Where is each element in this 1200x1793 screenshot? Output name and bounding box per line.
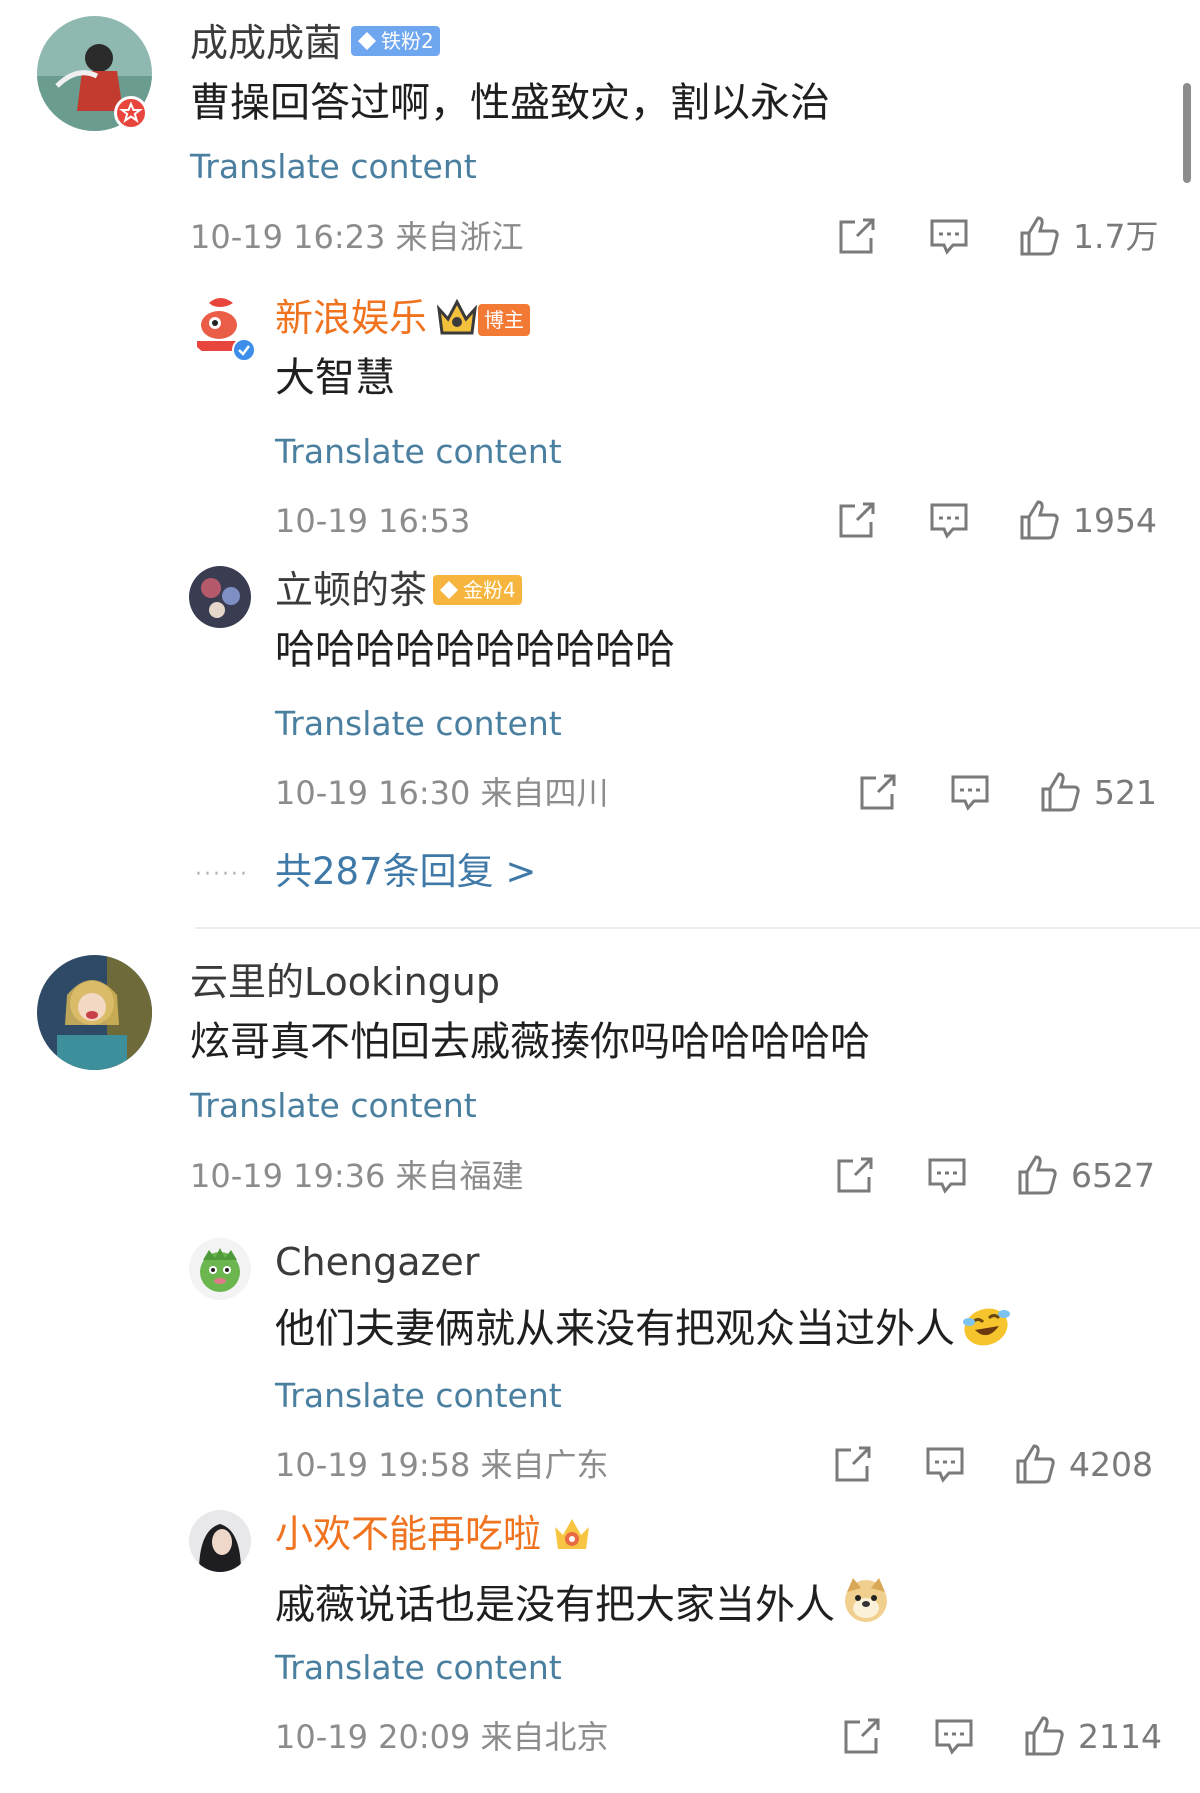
thumbs-up-icon bbox=[1025, 1716, 1064, 1756]
fan-badge: 铁粉2 bbox=[351, 26, 440, 56]
translate-link[interactable]: Translate content bbox=[190, 150, 477, 183]
reply-button[interactable] bbox=[927, 498, 975, 544]
reply-actions: 2114 bbox=[840, 1714, 1165, 1760]
comment-icon bbox=[926, 1447, 964, 1483]
like-count: 2114 bbox=[1078, 1717, 1162, 1756]
comment-meta: 10-19 19:36 来自福建 bbox=[190, 1157, 524, 1195]
reply-meta: 10-19 20:09 来自北京 bbox=[275, 1718, 609, 1756]
comment-icon bbox=[935, 1719, 973, 1755]
share-icon bbox=[837, 1157, 873, 1193]
reply-text: 戚薇说话也是没有把大家当外人 bbox=[275, 1574, 891, 1631]
fan-badge: 金粉4 bbox=[433, 575, 522, 605]
comment-text: 曹操回答过啊，性盛致灾，割以永治 bbox=[190, 80, 830, 126]
verified-icon bbox=[232, 338, 256, 362]
like-count: 6527 bbox=[1071, 1156, 1155, 1195]
share-button[interactable] bbox=[835, 214, 883, 260]
comment-icon bbox=[928, 1158, 966, 1194]
share-icon bbox=[839, 218, 875, 254]
comment-card: 云里的Lookingup 炫哥真不怕回去戚薇揍你吗哈哈哈哈哈 Translate… bbox=[0, 930, 1200, 1793]
reply-text: 他们夫妻俩就从来没有把观众当过外人 bbox=[275, 1302, 1011, 1355]
diamond-icon bbox=[440, 581, 458, 599]
comment-actions: 1.7万 bbox=[835, 214, 1165, 260]
share-button[interactable] bbox=[831, 1442, 879, 1488]
translate-link[interactable]: Translate content bbox=[275, 1379, 562, 1412]
username[interactable]: 立顿的茶 bbox=[275, 571, 427, 609]
comment-text: 炫哥真不怕回去戚薇揍你吗哈哈哈哈哈 bbox=[190, 1019, 870, 1065]
share-button[interactable] bbox=[835, 498, 883, 544]
share-icon bbox=[844, 1718, 880, 1754]
thumbs-up-icon bbox=[1018, 1155, 1057, 1195]
reply-actions: 4208 bbox=[831, 1442, 1165, 1488]
vip-crown-icon bbox=[551, 1513, 593, 1559]
share-button[interactable] bbox=[840, 1714, 888, 1760]
translate-link[interactable]: Translate content bbox=[275, 435, 562, 468]
reply-text: 哈哈哈哈哈哈哈哈哈哈 bbox=[275, 627, 675, 673]
comment-meta: 10-19 16:23 来自浙江 bbox=[190, 218, 524, 256]
username[interactable]: 新浪娱乐 bbox=[275, 299, 427, 337]
like-button[interactable]: 1954 bbox=[1017, 498, 1167, 544]
like-button[interactable]: 521 bbox=[1038, 770, 1168, 816]
comment-card: 成成成菌 铁粉2 曹操回答过啊，性盛致灾，割以永治 Translate cont… bbox=[0, 0, 1200, 930]
divider bbox=[195, 927, 1200, 929]
like-count: 4208 bbox=[1069, 1445, 1153, 1484]
avatar[interactable] bbox=[189, 566, 251, 628]
like-button[interactable]: 6527 bbox=[1015, 1153, 1165, 1199]
like-button[interactable]: 1.7万 bbox=[1017, 214, 1167, 260]
like-count: 1.7万 bbox=[1073, 217, 1159, 256]
reply-meta: 10-19 19:58 来自广东 bbox=[275, 1446, 609, 1484]
like-count: 1954 bbox=[1073, 501, 1157, 540]
reply-button[interactable] bbox=[932, 1714, 980, 1760]
translate-link[interactable]: Translate content bbox=[275, 1651, 562, 1684]
dots-separator: ······ bbox=[195, 862, 249, 887]
diamond-icon bbox=[358, 32, 376, 50]
share-icon bbox=[860, 774, 896, 810]
laughing-crying-emoji bbox=[961, 1302, 1011, 1355]
reply-button[interactable] bbox=[925, 1153, 973, 1199]
translate-link[interactable]: Translate content bbox=[275, 707, 562, 740]
thumbs-up-icon bbox=[1020, 216, 1059, 256]
username[interactable]: Chengazer bbox=[275, 1243, 479, 1281]
username[interactable]: 云里的Lookingup bbox=[190, 963, 500, 1001]
comment-icon bbox=[930, 503, 968, 539]
vip-crown-icon bbox=[436, 297, 478, 341]
thumbs-up-icon bbox=[1016, 1444, 1055, 1484]
username[interactable]: 小欢不能再吃啦 bbox=[275, 1515, 541, 1553]
reply-button[interactable] bbox=[923, 1442, 971, 1488]
username[interactable]: 成成成菌 bbox=[190, 24, 342, 62]
comment-icon bbox=[930, 219, 968, 255]
share-icon bbox=[835, 1446, 871, 1482]
comment-icon bbox=[951, 775, 989, 811]
like-button[interactable]: 2114 bbox=[1022, 1714, 1162, 1760]
reply-actions: 1954 bbox=[835, 498, 1165, 544]
share-button[interactable] bbox=[856, 770, 904, 816]
doge-emoji bbox=[841, 1574, 891, 1631]
thumbs-up-icon bbox=[1020, 500, 1059, 540]
reply-button[interactable] bbox=[927, 214, 975, 260]
reply-meta: 10-19 16:53 bbox=[275, 502, 471, 540]
reply-button[interactable] bbox=[948, 770, 996, 816]
verified-badge-icon bbox=[114, 96, 148, 130]
like-button[interactable]: 4208 bbox=[1013, 1442, 1163, 1488]
comment-actions: 6527 bbox=[833, 1153, 1165, 1199]
reply-text: 大智慧 bbox=[275, 355, 395, 401]
more-replies-link[interactable]: 共287条回复 > bbox=[275, 853, 536, 890]
thumbs-up-icon bbox=[1041, 772, 1080, 812]
reply-meta: 10-19 16:30 来自四川 bbox=[275, 774, 609, 812]
like-count: 521 bbox=[1094, 773, 1157, 812]
translate-link[interactable]: Translate content bbox=[190, 1089, 477, 1122]
share-icon bbox=[839, 502, 875, 538]
blogger-badge: 博主 bbox=[478, 304, 530, 336]
avatar[interactable] bbox=[189, 1238, 251, 1300]
share-button[interactable] bbox=[833, 1153, 881, 1199]
avatar[interactable] bbox=[37, 955, 152, 1070]
reply-actions: 521 bbox=[856, 770, 1166, 816]
avatar[interactable] bbox=[189, 1510, 251, 1572]
